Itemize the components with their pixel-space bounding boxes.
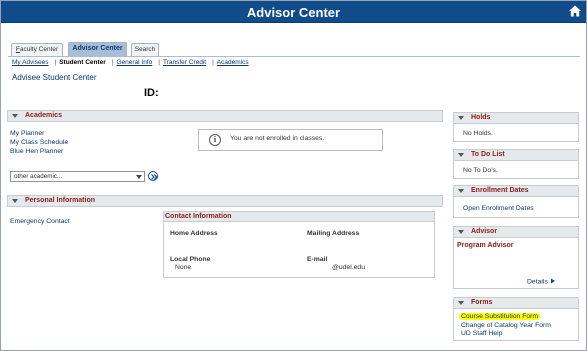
todo-text: No To Do's.	[463, 167, 498, 174]
forms-header[interactable]: Forms	[453, 297, 579, 309]
personal-info-header-label: Personal Information	[25, 197, 96, 204]
ud-staff-help-link[interactable]: UD Staff Help	[461, 330, 569, 339]
contact-information-header: Contact Information	[163, 211, 435, 222]
collapse-triangle-icon	[458, 301, 464, 305]
enrollment-dates-box: Enrollment Dates Open Enrollment Dates	[453, 185, 579, 218]
tab-label: Advisor Center	[72, 45, 123, 52]
subnav-my-advisees[interactable]: My Advisees	[12, 59, 49, 66]
app-title: Advisor Center	[246, 5, 341, 20]
enrollment-dates-header[interactable]: Enrollment Dates	[453, 185, 579, 197]
separator: |	[54, 59, 57, 66]
todo-header[interactable]: To Do List	[453, 149, 579, 161]
email-value: @udel.edu	[332, 264, 365, 271]
select-value: other academic...	[14, 173, 63, 180]
advisor-header-label: Advisor	[471, 228, 498, 235]
subnav-general-info[interactable]: General Info	[117, 59, 153, 66]
open-enrollment-dates-link[interactable]: Open Enrollment Dates	[463, 205, 569, 214]
holds-box: Holds No Holds.	[453, 112, 579, 142]
details-label: Details	[527, 278, 548, 286]
tab-label: Faculty Center	[15, 46, 59, 53]
enrollment-notice: i You are not enrolled in classes.	[198, 129, 383, 151]
local-phone-label: Local Phone	[170, 256, 211, 263]
separator: |	[111, 59, 114, 66]
id-label: ID:	[144, 87, 159, 99]
my-planner-link[interactable]: My Planner	[10, 130, 44, 137]
other-academic-select[interactable]: other academic...	[10, 171, 145, 182]
academics-header[interactable]: Academics	[7, 110, 443, 122]
advisor-header[interactable]: Advisor	[453, 226, 579, 238]
home-address-label: Home Address	[170, 230, 218, 237]
holds-header[interactable]: Holds	[453, 112, 579, 124]
holds-text: No Holds.	[463, 130, 493, 137]
academics-header-label: Academics	[25, 112, 62, 119]
page-title: Advisee Student Center	[12, 73, 97, 82]
go-button[interactable]	[148, 171, 158, 181]
contact-information-box: Contact Information Home Address Mailing…	[163, 211, 435, 278]
collapse-triangle-icon	[458, 116, 464, 120]
personal-info-header[interactable]: Personal Information	[7, 195, 443, 207]
subnav-student-center[interactable]: Student Center	[59, 59, 106, 66]
email-label: E-mail	[307, 256, 328, 263]
notice-text: You are not enrolled in classes.	[230, 135, 325, 142]
todo-header-label: To Do List	[471, 151, 505, 158]
collapse-triangle-icon	[458, 230, 464, 234]
tab-search[interactable]: Search	[131, 43, 159, 56]
tab-faculty-center[interactable]: Faculty Center	[11, 43, 63, 56]
forms-header-label: Forms	[471, 299, 493, 306]
subnav-transfer-credit[interactable]: Transfer Credit	[163, 59, 206, 66]
sub-navigation: My Advisees | Student Center | General Info |…	[12, 59, 252, 66]
double-chevron-right-icon	[151, 174, 158, 180]
advisor-box: Advisor Program Advisor Details	[453, 226, 579, 289]
enrollment-dates-header-label: Enrollment Dates	[471, 187, 529, 194]
program-advisor-title: Program Advisor	[457, 242, 514, 249]
arrow-right-icon	[550, 278, 555, 284]
local-phone-value: None	[175, 264, 192, 271]
collapse-triangle-icon	[458, 153, 464, 157]
holds-header-label: Holds	[471, 114, 491, 121]
collapse-triangle-icon	[12, 114, 18, 118]
details-link[interactable]: Details	[527, 278, 556, 286]
separator: |	[158, 59, 160, 66]
home-icon[interactable]	[568, 4, 582, 18]
blue-hen-planner-link[interactable]: Blue Hen Planner	[10, 148, 63, 155]
info-icon: i	[209, 134, 221, 146]
title-bar: Advisor Center	[1, 1, 586, 23]
tab-label: Search	[134, 46, 156, 53]
separator: |	[212, 59, 214, 66]
collapse-triangle-icon	[458, 189, 464, 193]
chevron-down-icon	[136, 175, 142, 179]
subnav-academics[interactable]: Academics	[217, 59, 249, 66]
todo-box: To Do List No To Do's.	[453, 149, 579, 179]
forms-box: Forms Course Substitution Form Change of…	[453, 297, 579, 341]
collapse-triangle-icon	[12, 199, 18, 203]
tab-advisor-center[interactable]: Advisor Center	[68, 42, 127, 56]
change-of-catalog-year-form-link[interactable]: Change of Catalog Year Form	[461, 322, 569, 331]
emergency-contact-link[interactable]: Emergency Contact	[10, 218, 70, 225]
tab-underline	[8, 56, 580, 57]
mailing-address-label: Mailing Address	[307, 230, 360, 237]
course-substitution-form-link[interactable]: Course Substitution Form	[459, 313, 541, 320]
my-class-schedule-link[interactable]: My Class Schedule	[10, 139, 68, 146]
